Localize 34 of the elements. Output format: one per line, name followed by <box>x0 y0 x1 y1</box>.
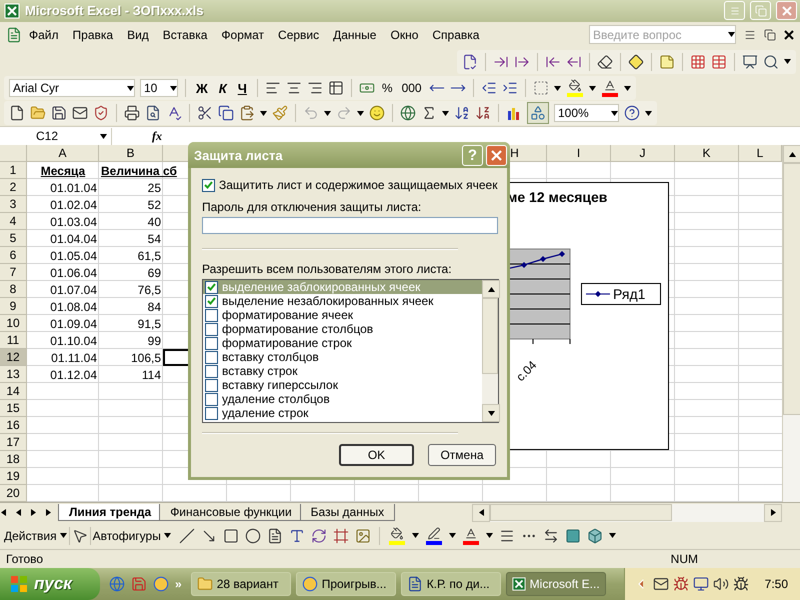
table-cell-text: 54 <box>146 230 162 248</box>
num-lock-indicator: NUM <box>670 552 698 566</box>
table-cell-text: 52 <box>146 196 162 214</box>
table-cell-text: 61,5 <box>136 248 162 264</box>
table-cell-text: 01.12.04 <box>49 366 98 384</box>
table-cell-text: 84 <box>146 298 162 316</box>
clock: 7:50 <box>764 577 788 591</box>
table-cell-text: Месяца <box>40 162 86 180</box>
table-cell-text: 106,5 <box>130 350 162 366</box>
table-cell-text: 01.05.04 <box>49 248 98 264</box>
table-cell-text: 01.01.04 <box>49 180 98 196</box>
table-cell-text: 01.03.04 <box>49 214 98 230</box>
table-cell-text: 01.06.04 <box>49 264 98 282</box>
window-title: Microsoft Excel - ЗОПxxx.xls <box>25 3 204 18</box>
table-cell-text: 01.07.04 <box>49 282 98 298</box>
table-cell-text: 40 <box>146 214 162 230</box>
table-cell-text: 99 <box>146 332 162 350</box>
table-cell-text: 01.08.04 <box>49 298 98 316</box>
field-label: Пароль для отключения защиты листа: <box>202 200 422 214</box>
legend-label: Ряд1 <box>613 286 646 302</box>
table-cell-text: 91,5 <box>136 316 162 332</box>
table-cell-text: 01.09.04 <box>49 316 98 332</box>
table-cell-text: 01.02.04 <box>49 196 98 214</box>
table-cell-text: 69 <box>146 264 162 282</box>
table-cell-text: Величина сб <box>100 162 178 180</box>
table-cell-text: 01.10.04 <box>49 332 98 350</box>
axis-label: с.04 <box>513 358 540 384</box>
status-text: Готово <box>6 552 44 566</box>
table-cell-text: 01.04.04 <box>49 230 98 248</box>
table-cell-text: 76,5 <box>136 282 162 298</box>
dialog-title: Защита листа <box>194 148 284 162</box>
table-cell-text: 25 <box>146 180 162 196</box>
table-cell-text: 01.11.04 <box>50 350 98 366</box>
table-cell-text: 114 <box>140 366 162 384</box>
